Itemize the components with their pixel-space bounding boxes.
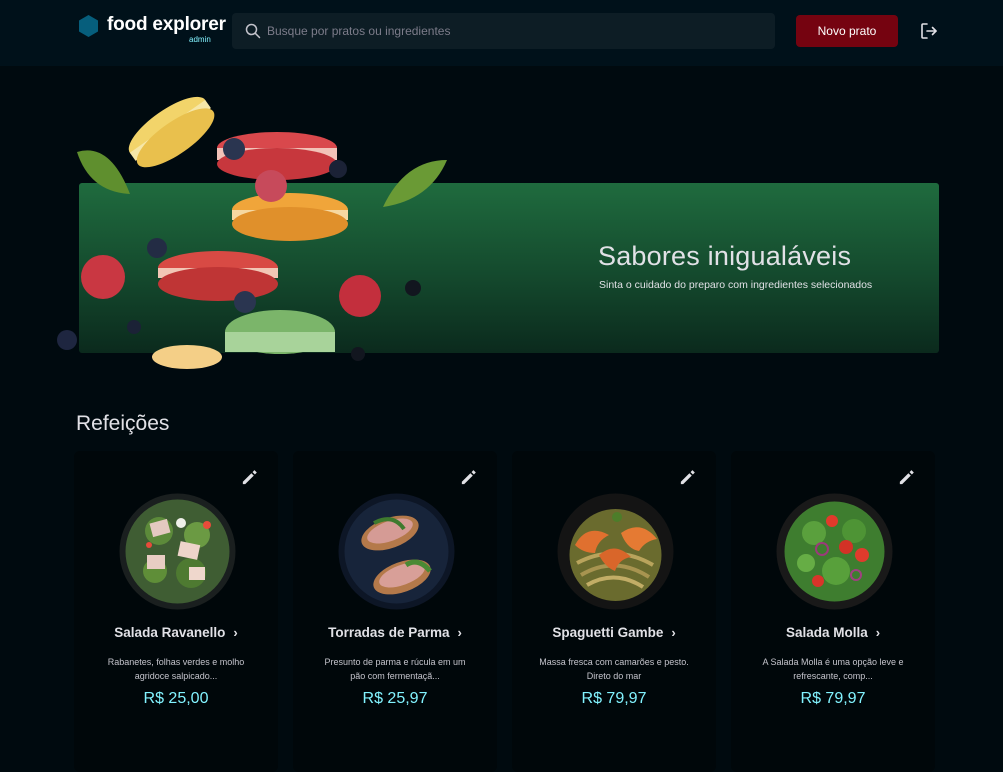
dish-name[interactable]: Salada Ravanello ›	[74, 625, 278, 640]
dish-card[interactable]: Torradas de Parma › Presunto de parma e r…	[293, 451, 497, 772]
dish-price: R$ 79,97	[581, 690, 647, 707]
section-title: Refeições	[76, 412, 170, 435]
chevron-right-icon: ›	[671, 625, 676, 640]
dish-description: Presunto de parma e rúcula em um pão com…	[324, 657, 466, 681]
dish-name[interactable]: Spaguetti Gambe ›	[512, 625, 716, 640]
sign-out-icon[interactable]	[919, 21, 939, 41]
top-header: food explorer admin Novo prato	[0, 0, 1003, 66]
pencil-edit-icon[interactable]	[897, 468, 916, 487]
dish-price: R$ 25,97	[362, 690, 428, 707]
chevron-right-icon: ›	[875, 625, 881, 640]
chevron-right-icon: ›	[233, 625, 238, 640]
app-name: food explorer	[107, 14, 226, 35]
dish-description: A Salada Molla é uma opção leve e refres…	[762, 657, 904, 681]
dish-description: Massa fresca com camarões e pesto. Diret…	[539, 657, 689, 681]
dish-name[interactable]: Salada Molla ›	[731, 625, 935, 640]
dish-description: Rabanetes, folhas verdes e molho agridoc…	[107, 657, 245, 681]
dish-image[interactable]	[776, 493, 893, 610]
dish-image[interactable]	[338, 493, 455, 610]
dish-name[interactable]: Torradas de Parma ›	[293, 625, 497, 640]
pencil-edit-icon[interactable]	[678, 468, 697, 487]
search-icon	[245, 23, 261, 39]
admin-badge: admin	[189, 35, 211, 44]
banner-subtitle: Sinta o cuidado do preparo com ingredien…	[599, 279, 873, 291]
pencil-edit-icon[interactable]	[240, 468, 259, 487]
banner-title: Sabores inigualáveis	[598, 241, 852, 271]
dish-price: R$ 25,00	[143, 690, 209, 707]
dish-image[interactable]	[119, 493, 236, 610]
dish-card[interactable]: Spaguetti Gambe › Massa fresca com camarõ…	[512, 451, 716, 772]
chevron-right-icon: ›	[457, 625, 462, 640]
pencil-edit-icon[interactable]	[459, 468, 478, 487]
dish-card[interactable]: Salada Ravanello › Rabanetes, folhas verd…	[74, 451, 278, 772]
dish-card[interactable]: Salada Molla › A Salada Molla é uma opção…	[731, 451, 935, 772]
macarons-illustration	[57, 96, 447, 369]
dish-image[interactable]	[557, 493, 674, 610]
search-bar[interactable]	[232, 13, 775, 49]
search-input[interactable]	[267, 13, 757, 49]
hexagon-logo-icon	[79, 15, 98, 37]
dish-price: R$ 79,97	[800, 690, 866, 707]
new-dish-button[interactable]: Novo prato	[796, 15, 898, 47]
